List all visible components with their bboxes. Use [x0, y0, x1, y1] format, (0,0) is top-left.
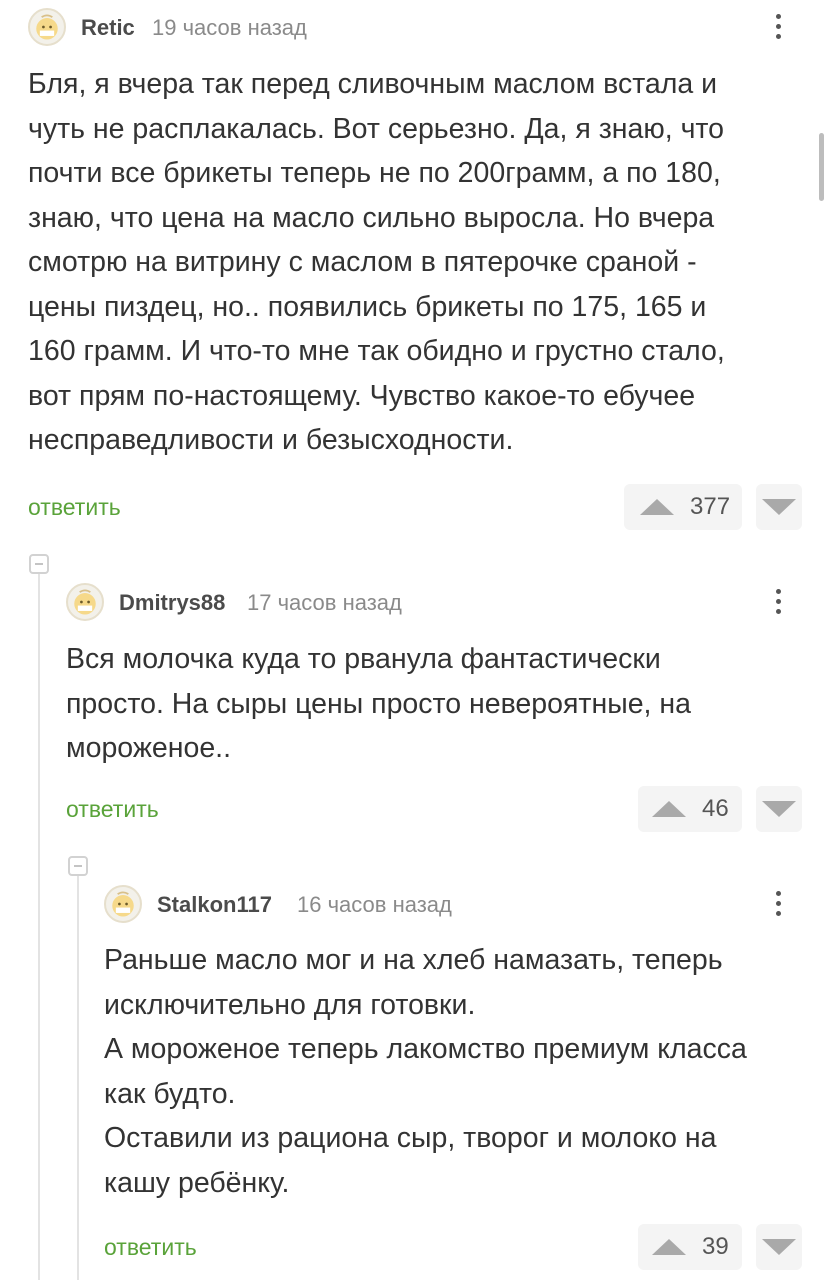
- comment-text: Раньше масло мог и на хлеб намазать, теп…: [104, 944, 747, 1199]
- rating-count: 39: [702, 1233, 729, 1260]
- comment-author[interactable]: Stalkon117: [157, 892, 272, 918]
- comment: Stalkon117 16 часов назад Раньше масло м…: [0, 0, 830, 1280]
- arrow-up-icon: [652, 1239, 686, 1255]
- comment-time: 16 часов назад: [297, 892, 452, 917]
- downvote-button[interactable]: [756, 1224, 802, 1270]
- reply-button[interactable]: ответить: [104, 1234, 197, 1261]
- more-options-icon[interactable]: [772, 887, 784, 923]
- arrow-down-icon: [762, 1239, 796, 1255]
- avatar[interactable]: [104, 885, 142, 923]
- upvote-button[interactable]: 39: [638, 1224, 742, 1270]
